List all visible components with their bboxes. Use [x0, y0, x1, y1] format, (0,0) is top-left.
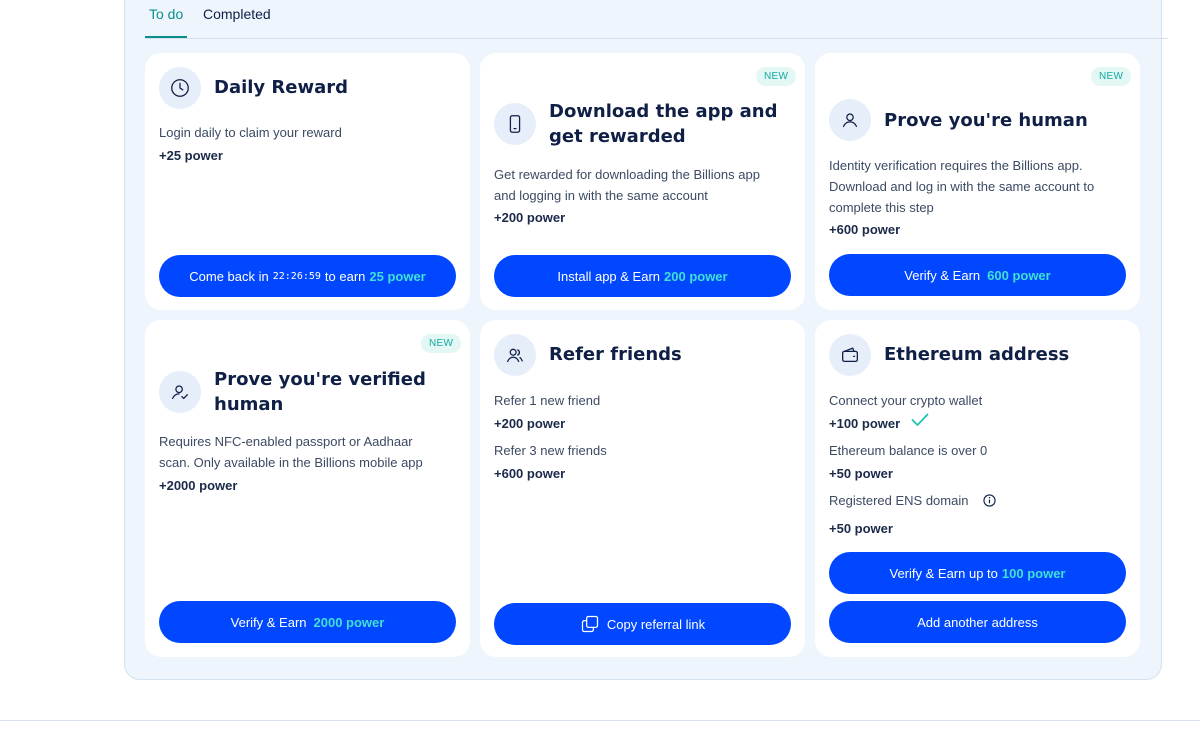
- prove-verified-card: NEW Prove you're verified human Requires…: [145, 320, 470, 657]
- card-description: Login daily to claim your reward: [159, 125, 342, 140]
- copy-referral-button[interactable]: Copy referral link: [494, 603, 791, 645]
- tab-completed[interactable]: Completed: [203, 6, 271, 22]
- verify-eth-button[interactable]: Verify & Earn up to 100 power: [829, 552, 1126, 594]
- refer-item: Refer 1 new friend: [494, 393, 601, 408]
- eth-item: Connect your crypto wallet: [829, 393, 983, 408]
- ethereum-address-card: Ethereum address Connect your crypto wal…: [815, 320, 1140, 657]
- new-badge: NEW: [1091, 67, 1132, 86]
- card-title: Download the app and get rewarded: [549, 101, 778, 147]
- card-description: Identity verification requires the Billi…: [829, 158, 1095, 215]
- button-label: Come back in: [189, 268, 269, 284]
- countdown-timer: 22:26:59: [272, 270, 321, 282]
- download-app-card: NEW Download the app and get rewarded Ge…: [480, 53, 805, 310]
- button-label: Verify & Earn: [230, 614, 307, 630]
- power-reward: +50 power: [829, 466, 893, 481]
- install-app-button[interactable]: Install app & Earn 200 power: [494, 255, 791, 297]
- button-label: Verify & Earn up to: [889, 565, 998, 581]
- daily-reward-card: Daily Reward Login daily to claim your r…: [145, 53, 470, 310]
- user-icon: [829, 99, 871, 141]
- new-badge: NEW: [756, 67, 797, 86]
- power-reward: +25 power: [159, 148, 223, 163]
- verify-human-button[interactable]: Verify & Earn 600 power: [829, 254, 1126, 296]
- new-badge: NEW: [421, 334, 462, 353]
- card-title: Prove you're verified human: [214, 369, 426, 415]
- button-label: to earn: [324, 268, 366, 284]
- eth-item: Ethereum balance is over 0: [829, 443, 988, 458]
- prove-human-card: NEW Prove you're human Identity verifica…: [815, 53, 1140, 310]
- power-reward: +50 power: [829, 521, 893, 536]
- power-reward: +2000 power: [159, 478, 238, 493]
- verify-verified-button[interactable]: Verify & Earn 2000 power: [159, 601, 456, 643]
- button-power: 100 power: [1001, 565, 1066, 581]
- power-reward: +600 power: [829, 222, 901, 237]
- users-icon: [494, 334, 536, 376]
- button-label: Copy referral link: [606, 616, 706, 632]
- card-title: Daily Reward: [214, 77, 349, 98]
- tab-bar: To do Completed: [145, 0, 1168, 39]
- phone-icon: [494, 103, 536, 145]
- power-reward: +600 power: [494, 466, 566, 481]
- info-icon[interactable]: [983, 494, 996, 507]
- card-title: Ethereum address: [884, 344, 1070, 365]
- card-title: Prove you're human: [884, 110, 1088, 131]
- power-reward: +100 power: [829, 416, 901, 431]
- button-power: 25 power: [369, 268, 426, 284]
- button-power: 600 power: [987, 267, 1051, 283]
- button-power: 2000 power: [313, 614, 385, 630]
- eth-item: Registered ENS domain: [829, 493, 969, 508]
- power-reward: +200 power: [494, 416, 566, 431]
- refer-friends-card: Refer friends Refer 1 new friend +200 po…: [480, 320, 805, 657]
- come-back-button[interactable]: Come back in 22:26:59 to earn 25 power: [159, 255, 456, 297]
- active-tab-indicator: [145, 36, 187, 38]
- button-label: Install app & Earn: [557, 268, 661, 284]
- power-reward: +200 power: [494, 210, 566, 225]
- button-power: 200 power: [664, 268, 728, 284]
- tab-todo[interactable]: To do: [149, 6, 183, 22]
- card-title: Refer friends: [549, 344, 682, 365]
- card-description: Requires NFC-enabled passport or Aadhaar…: [159, 434, 423, 470]
- wallet-icon: [829, 334, 871, 376]
- check-icon: [911, 413, 929, 426]
- button-label: Verify & Earn: [904, 267, 981, 283]
- user-check-icon: [159, 371, 201, 413]
- card-description: Get rewarded for downloading the Billion…: [494, 167, 760, 203]
- copy-icon: [581, 615, 598, 633]
- clock-icon: [159, 67, 201, 109]
- button-label: Add another address: [917, 614, 1038, 630]
- refer-item: Refer 3 new friends: [494, 443, 607, 458]
- footer-divider: [0, 720, 1200, 721]
- add-address-button[interactable]: Add another address: [829, 601, 1126, 643]
